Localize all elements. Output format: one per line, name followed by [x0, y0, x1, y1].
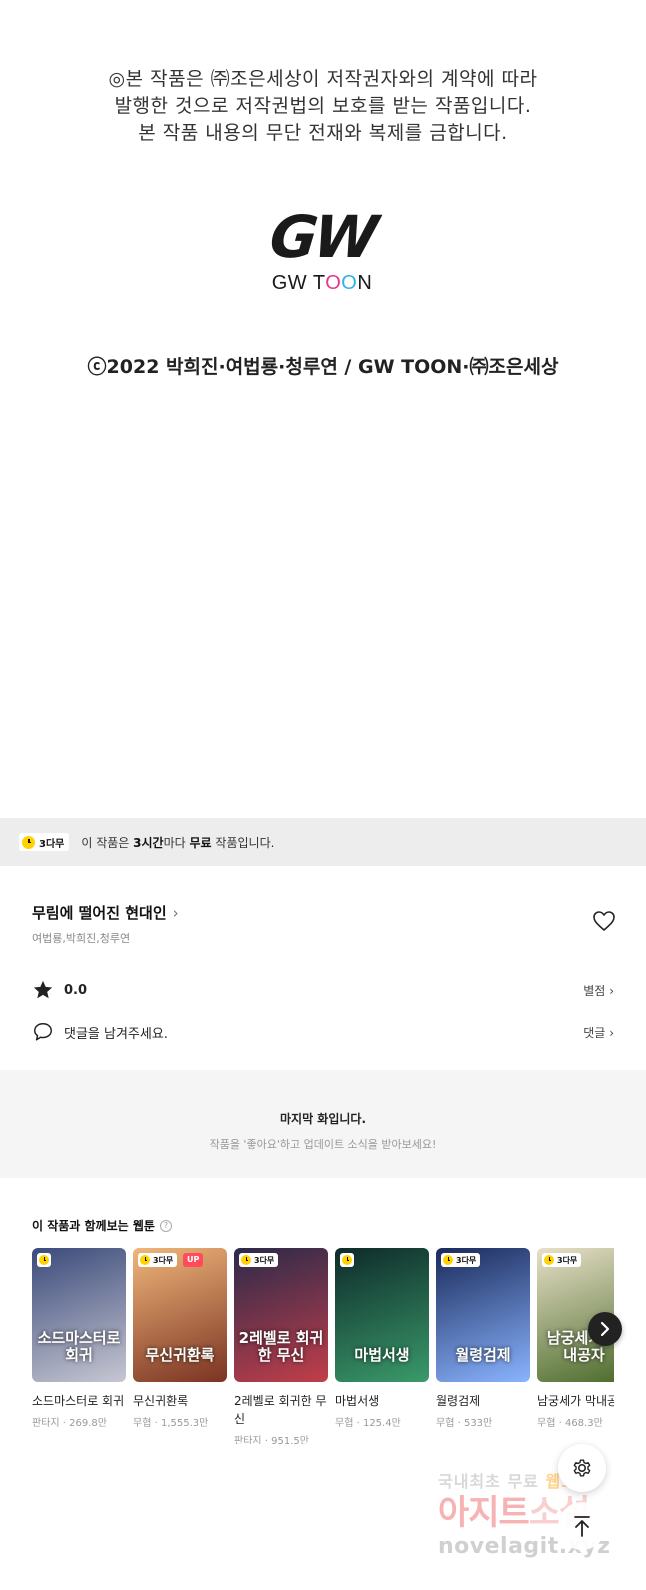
recommendation-cover[interactable]: 3다무월령검제: [436, 1248, 530, 1382]
recommendation-carousel: 소드마스터로 회귀 소드마스터로 회귀 판타지 · 269.8만 3다무 UP 무신귀환록…: [32, 1248, 614, 1444]
recommendation-cover[interactable]: 마법서생: [335, 1248, 429, 1382]
wait-free-badge: 3다무: [441, 1253, 481, 1267]
cover-title-art: 2레벨로 회귀한 무신: [238, 1329, 324, 1364]
recommendation-cover[interactable]: 3다무 2레벨로 회귀한 무신: [234, 1248, 328, 1382]
comment-bubble-icon: [34, 1023, 52, 1041]
chevron-right-icon: [600, 1321, 610, 1337]
recommendation-title: 월령검제: [436, 1394, 481, 1408]
chevron-right-icon: ›: [609, 983, 614, 998]
cover-title-art: 소드마스터로 회귀: [37, 1329, 121, 1364]
recommendation-meta: 무협 · 533만: [436, 1418, 493, 1429]
work-title: 무림에 떨어진 현대인: [32, 904, 167, 922]
copyright-notice: ◎본 작품은 ㈜조은세상이 저작권자와의 계약에 따라 발행한 것으로 저작권법…: [0, 66, 646, 147]
free-banner: 3다무 이 작품은 3시간마다 무료 작품입니다.: [0, 818, 646, 866]
work-authors: 여법룡,박희진,청루연: [32, 932, 131, 945]
wait-free-badge: [37, 1253, 51, 1267]
recommendation-title: 소드마스터로 회귀: [32, 1394, 125, 1408]
recommendation-meta: 판타지 · 951.5만: [234, 1436, 309, 1444]
recommendation-card[interactable]: 3다무 2레벨로 회귀한 무신 2레벨로 회귀한 무신판타지 · 951.5만: [234, 1248, 328, 1444]
recommendation-title: 남궁세가 막내공자: [537, 1394, 614, 1408]
cover-title-art: 무신귀환록: [145, 1346, 215, 1364]
recommendation-meta: 무협 · 125.4만: [335, 1418, 401, 1429]
gw-logo-mark: GW: [266, 203, 378, 271]
wait-free-badge: 3다무: [542, 1253, 582, 1267]
last-episode-subtitle: 작품을 '좋아요'하고 업데이트 소식을 받아보세요!: [209, 1138, 437, 1151]
wait-free-badge: 3다무: [138, 1253, 178, 1267]
last-episode-panel: 마지막 화입니다. 작품을 '좋아요'하고 업데이트 소식을 받아보세요!: [0, 1070, 646, 1178]
cover-title-art: 월령검제: [455, 1346, 511, 1364]
comment-row[interactable]: 댓글을 남겨주세요. 댓글 ›: [32, 1020, 614, 1044]
clock-icon: [140, 1255, 150, 1265]
recommendation-card[interactable]: 마법서생 마법서생 무협 · 125.4만: [335, 1248, 429, 1429]
chevron-right-icon: ›: [609, 1025, 614, 1040]
update-badge: UP: [183, 1253, 204, 1267]
notice-line: ◎본 작품은 ㈜조은세상이 저작권자와의 계약에 따라: [108, 68, 538, 90]
wait-free-badge: [340, 1253, 354, 1267]
last-episode-title: 마지막 화입니다.: [279, 1112, 367, 1126]
clock-icon: [39, 1255, 49, 1265]
star-icon: [33, 980, 53, 999]
wait-free-badge: 3다무: [239, 1253, 279, 1267]
carousel-next-button[interactable]: [588, 1312, 622, 1346]
heart-icon[interactable]: [592, 910, 616, 932]
clock-icon: [342, 1255, 352, 1265]
scroll-top-button[interactable]: [558, 1502, 606, 1550]
clock-icon: [443, 1255, 453, 1265]
help-icon[interactable]: ?: [159, 1219, 172, 1232]
watermark-line3: novelagit.xyz: [438, 1534, 611, 1559]
clock-icon: [22, 835, 35, 849]
recommendation-meta: 무협 · 1,555.3만: [133, 1418, 209, 1429]
gw-toon-logo: GW GW TOON: [266, 203, 378, 296]
recommendation-card[interactable]: 소드마스터로 회귀 소드마스터로 회귀 판타지 · 269.8만: [32, 1248, 126, 1429]
recommendation-meta: 무협 · 468.3만: [537, 1418, 603, 1429]
settings-button[interactable]: [558, 1444, 606, 1492]
notice-line: 발행한 것으로 저작권법의 보호를 받는 작품입니다.: [114, 95, 532, 117]
recommendation-title: 무신귀환록: [133, 1394, 189, 1408]
recommendations-heading: 이 작품과 함께보는 웹툰?: [32, 1217, 172, 1234]
gw-logo-text: GW TOON: [271, 272, 373, 294]
watermark-line2: 아지트소설: [438, 1493, 590, 1533]
recommendation-cover[interactable]: 소드마스터로 회귀: [32, 1248, 126, 1382]
rating-row[interactable]: 0.0 별점 ›: [32, 978, 614, 1002]
chevron-right-icon: ›: [172, 904, 179, 922]
work-info: 무림에 떨어진 현대인 › 여법룡,박희진,청루연 0.0 별점 › 댓글을 남겨…: [0, 866, 646, 1066]
notice-line: 본 작품 내용의 무단 전재와 복제를 금합니다.: [138, 122, 508, 144]
watermark: 국내최초 무료 웹소설 아지트소설 novelagit.xyz: [438, 1468, 638, 1559]
work-title-link[interactable]: 무림에 떨어진 현대인 ›: [32, 902, 179, 923]
clock-icon: [544, 1255, 554, 1265]
comment-prompt: 댓글을 남겨주세요.: [64, 1026, 168, 1042]
recommendation-meta: 판타지 · 269.8만: [32, 1418, 107, 1429]
recommendation-title: 2레벨로 회귀한 무신: [234, 1394, 327, 1426]
cover-title-art: 마법서생: [354, 1346, 410, 1364]
recommendation-card[interactable]: 3다무 월령검제 월령검제 무협 · 533만: [436, 1248, 530, 1429]
recommendation-cover[interactable]: 3다무 UP 무신귀환록: [133, 1248, 227, 1382]
recommendation-card[interactable]: 3다무 UP 무신귀환록 무신귀환록 무협 · 1,555.3만: [133, 1248, 227, 1429]
wait-free-badge: 3다무: [19, 833, 70, 851]
recommendation-title: 마법서생: [335, 1394, 380, 1408]
viewer-page: ◎본 작품은 ㈜조은세상이 저작권자와의 계약에 따라 발행한 것으로 저작권법…: [0, 0, 646, 1590]
watermark-line1: 국내최초 무료 웹소설: [438, 1472, 592, 1491]
arrow-up-icon: [574, 1516, 590, 1537]
rating-value: 0.0: [64, 982, 88, 998]
recommendations-section: 이 작품과 함께보는 웹툰? 소드마스터로 회귀 소드마스터로 회귀 판타지 · 2…: [0, 1182, 646, 1444]
gear-icon: [573, 1459, 591, 1477]
clock-icon: [241, 1255, 251, 1265]
comment-link[interactable]: 댓글 ›: [583, 1024, 614, 1041]
copyright-credits: ⓒ2022 박희진·여법룡·청루연 / GW TOON·㈜조은세상: [87, 356, 559, 378]
free-banner-text: 이 작품은 3시간마다 무료 작품입니다.: [81, 835, 275, 850]
rating-link[interactable]: 별점 ›: [583, 982, 614, 999]
